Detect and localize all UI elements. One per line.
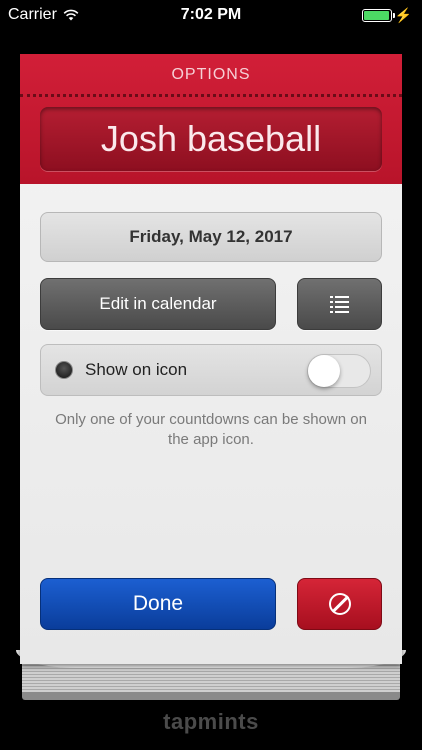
charging-bolt-icon: ⚡ <box>394 7 412 23</box>
show-on-icon-row[interactable]: Show on icon <box>40 344 382 396</box>
list-button[interactable] <box>297 278 382 330</box>
app-icon-note: Only one of your countdowns can be shown… <box>55 411 367 448</box>
show-on-icon-switch[interactable] <box>307 354 371 388</box>
list-icon <box>330 295 349 313</box>
options-header: OPTIONS Josh baseball <box>20 54 402 184</box>
clock: 7:02 PM <box>180 6 242 23</box>
cancel-button[interactable] <box>297 578 382 630</box>
battery-fill <box>363 11 389 20</box>
date-button[interactable]: Friday, May 12, 2017 <box>40 212 382 262</box>
options-title: OPTIONS <box>171 66 251 83</box>
status-bar: Carrier 7:02 PM ⚡ <box>0 0 422 30</box>
perforation-line <box>20 94 402 97</box>
switch-knob[interactable] <box>308 355 340 387</box>
edit-in-calendar-button[interactable]: Edit in calendar <box>40 278 276 330</box>
brand-logo: tapmints <box>163 709 259 734</box>
status-right: ⚡ <box>361 7 412 24</box>
page-stack-base <box>22 692 400 700</box>
indicator-dot-icon <box>55 361 73 379</box>
battery-icon <box>361 9 395 22</box>
done-button[interactable]: Done <box>40 578 276 630</box>
countdown-name-field[interactable]: Josh baseball <box>40 107 382 171</box>
no-symbol-icon <box>328 593 351 615</box>
options-card: OPTIONS Josh baseball Friday, May 12, 20… <box>20 54 402 664</box>
show-on-icon-label: Show on icon <box>85 360 188 379</box>
